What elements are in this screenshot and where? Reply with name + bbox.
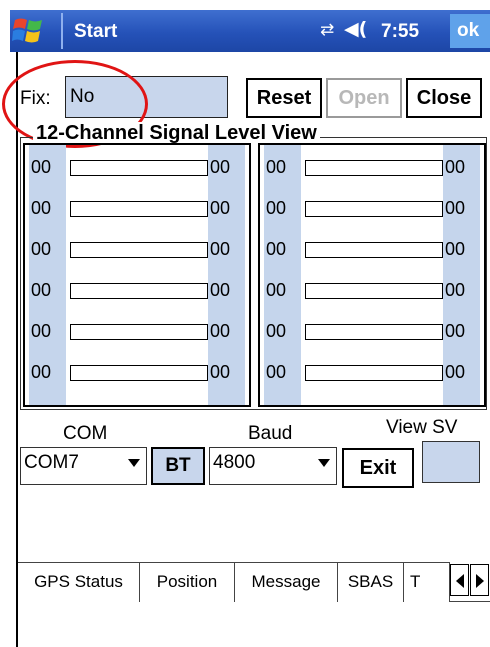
signal-level-bar xyxy=(305,201,443,217)
channel-level: 00 xyxy=(210,280,231,300)
volume-icon[interactable]: ◀( xyxy=(344,18,367,40)
channel-id: 00 xyxy=(266,239,287,259)
connectivity-icon[interactable]: ⇄ xyxy=(320,20,334,40)
baud-label: Baud xyxy=(248,423,293,444)
reset-button[interactable]: Reset xyxy=(246,78,322,118)
com-port-value: COM7 xyxy=(24,452,79,473)
signal-level-bar xyxy=(305,365,443,381)
tab-gps-status[interactable]: GPS Status xyxy=(18,562,140,602)
view-sv-field[interactable] xyxy=(422,441,480,483)
baud-rate-value: 4800 xyxy=(213,452,256,473)
tab-position[interactable]: Position xyxy=(140,562,235,602)
chevron-down-icon xyxy=(128,459,140,467)
left-border xyxy=(16,52,18,647)
channel-id: 00 xyxy=(266,157,287,177)
channel-id: 00 xyxy=(31,157,52,177)
signal-level-bar xyxy=(305,160,443,176)
bt-button[interactable]: BT xyxy=(151,447,205,485)
channel-id: 00 xyxy=(266,321,287,341)
signal-level-bar xyxy=(70,324,208,340)
channel-level: 00 xyxy=(210,198,231,218)
signal-level-bar xyxy=(305,242,443,258)
tab-scroll-right-button[interactable] xyxy=(470,564,489,596)
signal-level-bar xyxy=(70,365,208,381)
channel-panel-left: 00 00 00 00 00 00 00 00 00 00 00 00 xyxy=(23,143,251,407)
channel-id: 00 xyxy=(266,198,287,218)
channel-id: 00 xyxy=(31,198,52,218)
channel-id: 00 xyxy=(31,280,52,300)
open-button[interactable]: Open xyxy=(326,78,402,118)
channel-id: 00 xyxy=(31,362,52,382)
channel-level: 00 xyxy=(210,362,231,382)
channel-level: 00 xyxy=(210,157,231,177)
signal-level-bar xyxy=(70,201,208,217)
channel-id: 00 xyxy=(266,280,287,300)
channel-level: 00 xyxy=(210,239,231,259)
signal-level-bar xyxy=(70,242,208,258)
signal-level-bar xyxy=(305,324,443,340)
channel-level: 00 xyxy=(445,239,466,259)
arrow-left-icon xyxy=(456,574,464,588)
chevron-down-icon xyxy=(318,459,330,467)
channel-id: 00 xyxy=(31,239,52,259)
channel-panel-right: 00 00 00 00 00 00 00 00 00 00 00 00 xyxy=(258,143,486,407)
channel-id: 00 xyxy=(31,321,52,341)
signal-level-bar xyxy=(70,160,208,176)
tab-scroll-left-button[interactable] xyxy=(450,564,469,596)
signal-level-title: 12-Channel Signal Level View xyxy=(33,122,320,145)
signal-level-bar xyxy=(70,283,208,299)
arrow-right-icon xyxy=(476,574,484,588)
windows-flag-icon[interactable] xyxy=(12,15,46,47)
tab-truncated[interactable]: T xyxy=(404,562,450,602)
com-port-select[interactable]: COM7 xyxy=(20,447,147,485)
start-title[interactable]: Start xyxy=(74,21,117,43)
tab-message[interactable]: Message xyxy=(235,562,338,602)
exit-button[interactable]: Exit xyxy=(342,448,414,488)
channel-level: 00 xyxy=(445,321,466,341)
signal-level-bar xyxy=(305,283,443,299)
channel-level: 00 xyxy=(445,157,466,177)
close-button[interactable]: Close xyxy=(406,78,482,118)
view-sv-label: View SV xyxy=(386,417,458,438)
channel-id: 00 xyxy=(266,362,287,382)
baud-rate-select[interactable]: 4800 xyxy=(209,447,337,485)
tab-scroll-arrows xyxy=(450,564,490,596)
channel-level: 00 xyxy=(445,280,466,300)
channel-level: 00 xyxy=(445,198,466,218)
channel-level: 00 xyxy=(445,362,466,382)
ok-button[interactable]: ok xyxy=(450,14,490,48)
channel-level: 00 xyxy=(210,321,231,341)
com-label: COM xyxy=(63,423,108,444)
clock[interactable]: 7:55 xyxy=(381,21,419,43)
tab-sbas[interactable]: SBAS xyxy=(338,562,404,602)
title-separator xyxy=(61,13,63,49)
